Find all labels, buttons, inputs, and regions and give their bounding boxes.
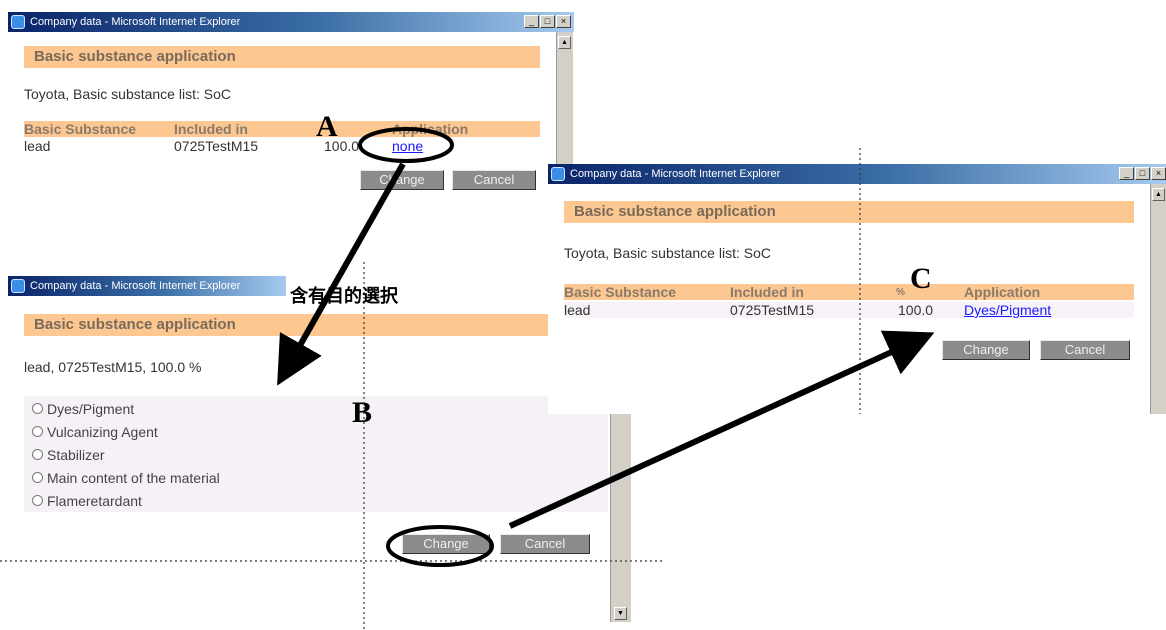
arrow-b-to-c [508, 330, 935, 529]
annotation-overlay [0, 127, 935, 630]
highlight-ellipse-change [386, 525, 494, 567]
highlight-ellipse-none [358, 127, 454, 163]
arrow-a-to-b [277, 162, 406, 386]
